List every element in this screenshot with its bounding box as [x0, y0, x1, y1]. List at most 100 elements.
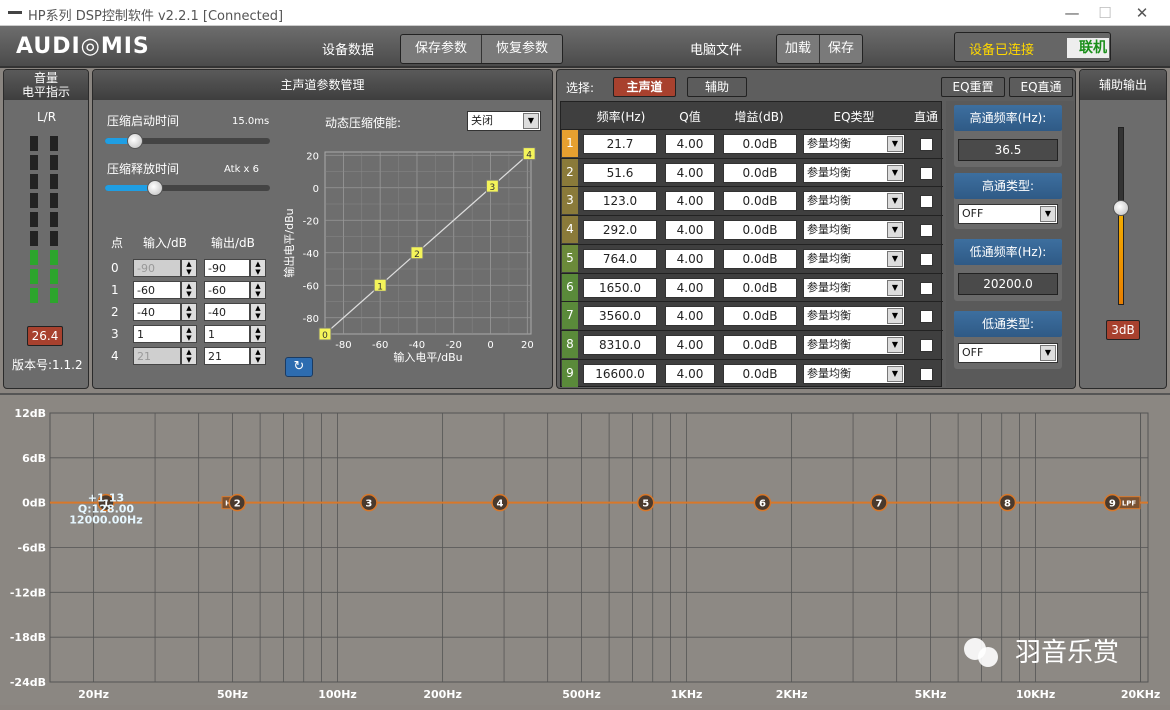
eq-q-field[interactable]: 4.00 [665, 363, 715, 384]
online-button[interactable]: 联机 [1067, 38, 1109, 58]
eq-q-field[interactable]: 4.00 [665, 134, 715, 154]
release-slider-track[interactable] [105, 185, 270, 191]
curve-point-label: 1 [377, 282, 383, 292]
save-params-button[interactable]: 保存参数 [401, 35, 483, 63]
eq-freq-field[interactable]: 764.0 [583, 248, 657, 269]
eq-type-select[interactable]: 参量均衡 ▼ [803, 248, 905, 269]
curve-point-label: 2 [414, 250, 420, 260]
eq-bypass-button[interactable]: EQ直通 [1009, 77, 1073, 97]
y-tick-label: 0 [313, 184, 319, 195]
eq-gain-field[interactable]: 0.0dB [723, 248, 797, 269]
refresh-icon[interactable]: ↻ [285, 357, 313, 377]
eq-bypass-checkbox[interactable] [920, 338, 933, 352]
eq-band-number: 4 [562, 216, 578, 244]
eq-freq-field[interactable]: 16600.0 [583, 363, 657, 384]
stepper-icon[interactable]: ▲ ▼ [181, 281, 197, 299]
lp-type-select[interactable]: OFF ▼ [958, 343, 1058, 363]
eq-type-select[interactable]: 参量均衡 ▼ [803, 191, 905, 212]
eq-bypass-checkbox[interactable] [920, 367, 933, 381]
eq-type-select[interactable]: 参量均衡 ▼ [803, 134, 905, 154]
eq-header-freq: 频率(Hz) [596, 110, 646, 124]
eq-q-field[interactable]: 4.00 [665, 162, 715, 183]
stepper-icon[interactable]: ▲ ▼ [250, 303, 266, 321]
point-output-field[interactable]: 21 [204, 347, 250, 365]
load-button[interactable]: 加载 [777, 35, 821, 63]
point-index: 0 [111, 261, 119, 275]
point-input-field[interactable]: 1 [133, 325, 181, 343]
eq-gain-field[interactable]: 0.0dB [723, 277, 797, 298]
eq-type-select[interactable]: 参量均衡 ▼ [803, 363, 905, 384]
eq-q-field[interactable]: 4.00 [665, 220, 715, 241]
eq-freq-field[interactable]: 3560.0 [583, 306, 657, 327]
aux-slider-knob[interactable] [1113, 200, 1129, 217]
stepper-icon[interactable]: ▲ ▼ [181, 325, 197, 343]
eq-bypass-checkbox[interactable] [920, 138, 933, 151]
point-output-field[interactable]: 1 [204, 325, 250, 343]
eq-bypass-checkbox[interactable] [920, 224, 933, 238]
eq-type-select[interactable]: 参量均衡 ▼ [803, 306, 905, 327]
eq-freq-field[interactable]: 292.0 [583, 220, 657, 241]
save-file-button[interactable]: 保存 [820, 35, 862, 63]
eq-bypass-checkbox[interactable] [920, 252, 933, 266]
window-title: HP系列 DSP控制软件 v2.2.1 [Connected] [28, 9, 284, 24]
stepper-icon[interactable]: ▲ ▼ [250, 347, 266, 365]
point-output-field[interactable]: -60 [204, 281, 250, 299]
eq-freq-field[interactable]: 21.7 [583, 134, 657, 154]
eq-freq-field[interactable]: 123.0 [583, 191, 657, 212]
attack-slider-knob[interactable] [126, 133, 143, 149]
close-button[interactable]: ✕ [1122, 2, 1162, 24]
eq-bypass-checkbox[interactable] [920, 166, 933, 180]
lp-freq-input[interactable]: 20200.0 [958, 273, 1058, 295]
eq-reset-button[interactable]: EQ重置 [941, 77, 1005, 97]
lp-freq-label: 低通频率(Hz): [954, 239, 1062, 265]
frequency-response-graph[interactable]: 12dB 6dB 0dB -6dB -12dB -18dB -24dB 20Hz 50Hz 100… [0, 395, 1170, 707]
eq-freq-field[interactable]: 51.6 [583, 162, 657, 183]
main-channel-button[interactable]: 主声道 [613, 77, 676, 97]
eq-gain-field[interactable]: 0.0dB [723, 306, 797, 327]
x-tick-label: 200Hz [423, 688, 462, 701]
eq-type-select[interactable]: 参量均衡 ▼ [803, 277, 905, 298]
hp-type-value: OFF [962, 207, 984, 220]
eq-bypass-checkbox[interactable] [920, 281, 933, 295]
meter-right [50, 136, 58, 307]
eq-type-value: 参量均衡 [807, 366, 851, 380]
eq-q-field[interactable]: 4.00 [665, 334, 715, 355]
stepper-icon[interactable]: ▲ ▼ [250, 259, 266, 277]
aux-output-panel: 辅助输出 3dB [1079, 69, 1167, 389]
eq-bypass-checkbox[interactable] [920, 195, 933, 209]
y-tick-label: -20 [303, 216, 319, 227]
eq-q-field[interactable]: 4.00 [665, 306, 715, 327]
lpf-label: LPF [1122, 500, 1137, 508]
point-input-field[interactable]: -40 [133, 303, 181, 321]
eq-freq-field[interactable]: 8310.0 [583, 334, 657, 355]
eq-type-select[interactable]: 参量均衡 ▼ [803, 220, 905, 241]
release-slider-knob[interactable] [146, 180, 163, 196]
connected-status-text: 设备已连接 [969, 43, 1035, 58]
eq-gain-field[interactable]: 0.0dB [723, 191, 797, 212]
point-input-field[interactable]: -60 [133, 281, 181, 299]
stepper-icon[interactable]: ▲ ▼ [250, 281, 266, 299]
eq-type-select[interactable]: 参量均衡 ▼ [803, 334, 905, 355]
point-output-field[interactable]: -90 [204, 259, 250, 277]
hp-type-select[interactable]: OFF ▼ [958, 204, 1058, 224]
aux-button[interactable]: 辅助 [687, 77, 747, 97]
maximize-button[interactable]: ☐ [1085, 2, 1125, 24]
eq-type-select[interactable]: 参量均衡 ▼ [803, 162, 905, 183]
eq-bypass-checkbox[interactable] [920, 310, 933, 324]
eq-gain-field[interactable]: 0.0dB [723, 162, 797, 183]
dyn-enable-select[interactable]: 关闭 ▼ [467, 111, 541, 131]
eq-gain-field[interactable]: 0.0dB [723, 220, 797, 241]
stepper-icon[interactable]: ▲ ▼ [181, 303, 197, 321]
hp-freq-input[interactable]: 36.5 [958, 139, 1058, 161]
eq-gain-field[interactable]: 0.0dB [723, 363, 797, 384]
eq-freq-field[interactable]: 1650.0 [583, 277, 657, 298]
curve-point-label: 0 [322, 331, 328, 341]
stepper-icon[interactable]: ▲ ▼ [250, 325, 266, 343]
eq-gain-field[interactable]: 0.0dB [723, 134, 797, 154]
restore-params-button[interactable]: 恢复参数 [482, 35, 562, 63]
eq-gain-field[interactable]: 0.0dB [723, 334, 797, 355]
point-output-field[interactable]: -40 [204, 303, 250, 321]
eq-q-field[interactable]: 4.00 [665, 248, 715, 269]
eq-q-field[interactable]: 4.00 [665, 277, 715, 298]
eq-q-field[interactable]: 4.00 [665, 191, 715, 212]
